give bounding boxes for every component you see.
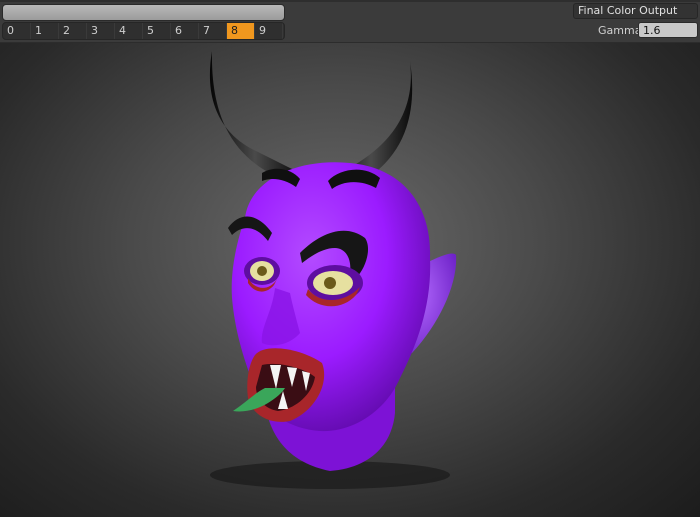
right-pupil — [324, 277, 336, 289]
render-slot-0[interactable]: 0 — [3, 23, 31, 39]
name-field[interactable] — [2, 4, 285, 21]
render-slot-7[interactable]: 7 — [199, 23, 227, 39]
gamma-input[interactable] — [638, 22, 698, 38]
render-slot-3[interactable]: 3 — [87, 23, 115, 39]
render-slot-selector: 0 1 2 3 4 5 6 7 8 9 — [2, 22, 285, 40]
left-horn — [209, 51, 300, 183]
devil-head-render — [209, 51, 457, 489]
toolbar-top-border — [0, 0, 700, 2]
left-pupil — [257, 266, 267, 276]
render-slot-1[interactable]: 1 — [31, 23, 59, 39]
render-slot-6[interactable]: 6 — [171, 23, 199, 39]
render-slot-4[interactable]: 4 — [115, 23, 143, 39]
gamma-label: Gamma — [598, 24, 642, 37]
render-viewport[interactable] — [0, 43, 700, 517]
render-slot-8[interactable]: 8 — [227, 23, 255, 39]
render-slot-9[interactable]: 9 — [255, 23, 283, 39]
render-slot-5[interactable]: 5 — [143, 23, 171, 39]
output-select[interactable]: Final Color Output — [573, 3, 698, 19]
render-toolbar: 0 1 2 3 4 5 6 7 8 9 Final Color Output G… — [0, 0, 700, 43]
render-slot-2[interactable]: 2 — [59, 23, 87, 39]
